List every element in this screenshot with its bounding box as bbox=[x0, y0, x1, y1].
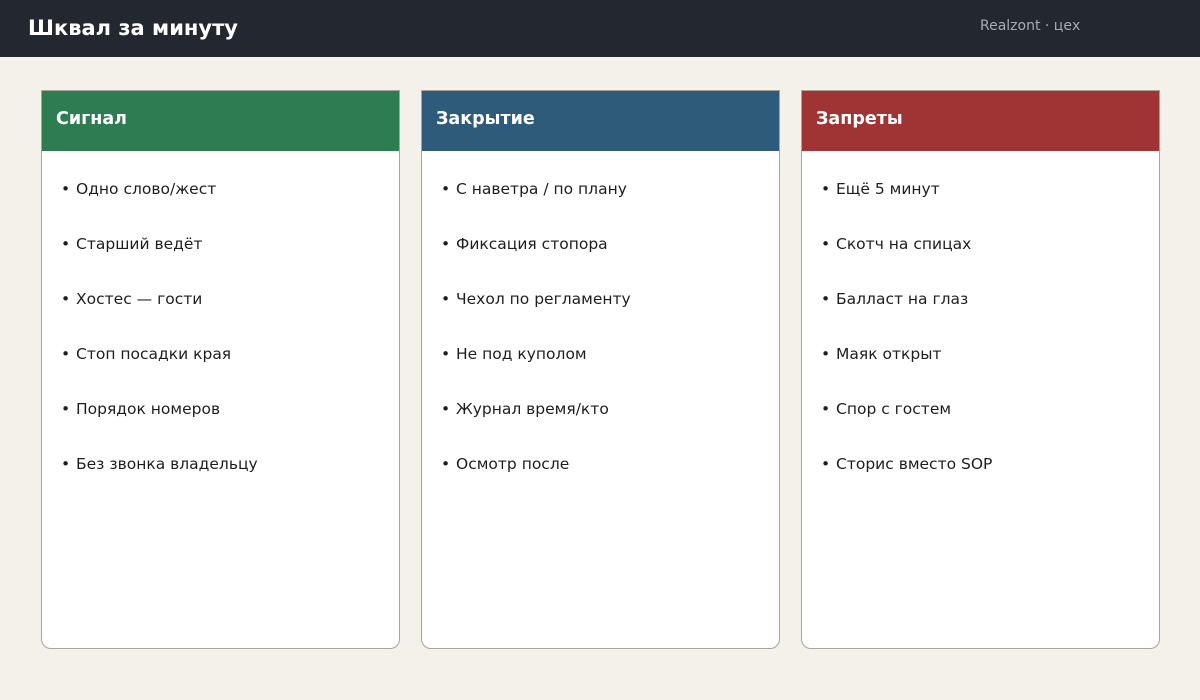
column-header: Сигнал bbox=[42, 91, 399, 151]
list-item: • Одно слово/жест bbox=[61, 179, 258, 234]
list-item: • Чехол по регламенту bbox=[441, 289, 631, 344]
list-item: • Осмотр после bbox=[441, 454, 631, 509]
list-item: • Маяк открыт bbox=[821, 344, 992, 399]
bullet: • bbox=[441, 400, 451, 418]
bullet: • bbox=[61, 455, 71, 473]
list-item-text: Не под куполом bbox=[456, 345, 587, 363]
list-item-text: Старший ведёт bbox=[76, 235, 203, 253]
page-title: Шквал за минуту bbox=[28, 16, 238, 40]
bullet: • bbox=[441, 180, 451, 198]
list-item: • Балласт на глаз bbox=[821, 289, 992, 344]
list-item-text: Спор с гостем bbox=[836, 400, 952, 418]
list-item-text: Скотч на спицах bbox=[836, 235, 972, 253]
column-title: Сигнал bbox=[56, 109, 127, 129]
item-list: • Ещё 5 минут • Скотч на спицах • Балласт н… bbox=[821, 179, 992, 509]
column-header: Закрытие bbox=[422, 91, 779, 151]
list-item-text: Стоп посадки края bbox=[76, 345, 232, 363]
bullet: • bbox=[821, 455, 831, 473]
column-closing: Закрытие • С наветра / по плану • Фиксация… bbox=[421, 90, 780, 649]
bullet: • bbox=[441, 455, 451, 473]
list-item: • Порядок номеров bbox=[61, 399, 258, 454]
bullet: • bbox=[441, 290, 451, 308]
list-item-text: Фиксация стопора bbox=[456, 235, 608, 253]
column-signal: Сигнал • Одно слово/жест • Старший ведёт •… bbox=[41, 90, 400, 649]
bullet: • bbox=[61, 290, 71, 308]
list-item: • Спор с гостем bbox=[821, 399, 992, 454]
list-item-text: Сторис вместо SOP bbox=[836, 455, 993, 473]
list-item: • Ещё 5 минут bbox=[821, 179, 992, 234]
list-item-text: Маяк открыт bbox=[836, 345, 942, 363]
list-item-text: Журнал время/кто bbox=[456, 400, 609, 418]
column-title: Закрытие bbox=[436, 109, 535, 129]
list-item: • Фиксация стопора bbox=[441, 234, 631, 289]
bullet: • bbox=[61, 180, 71, 198]
bullet: • bbox=[821, 180, 831, 198]
list-item: • Сторис вместо SOP bbox=[821, 454, 992, 509]
list-item: • Без звонка владельцу bbox=[61, 454, 258, 509]
bullet: • bbox=[61, 345, 71, 363]
bullet: • bbox=[441, 235, 451, 253]
bullet: • bbox=[821, 290, 831, 308]
list-item: • Не под куполом bbox=[441, 344, 631, 399]
list-item: • Журнал время/кто bbox=[441, 399, 631, 454]
list-item-text: Балласт на глаз bbox=[836, 290, 969, 308]
bullet: • bbox=[61, 235, 71, 253]
list-item-text: Осмотр после bbox=[456, 455, 570, 473]
top-bar: Шквал за минуту Realzont · цех bbox=[0, 0, 1200, 57]
list-item: • Скотч на спицах bbox=[821, 234, 992, 289]
list-item: • Стоп посадки края bbox=[61, 344, 258, 399]
list-item-text: Одно слово/жест bbox=[76, 180, 217, 198]
column-header: Запреты bbox=[802, 91, 1159, 151]
bullet: • bbox=[61, 400, 71, 418]
list-item-text: Без звонка владельцу bbox=[76, 455, 258, 473]
list-item: • Старший ведёт bbox=[61, 234, 258, 289]
list-item-text: Порядок номеров bbox=[76, 400, 221, 418]
bullet: • bbox=[821, 345, 831, 363]
list-item: • Хостес — гости bbox=[61, 289, 258, 344]
bullet: • bbox=[821, 400, 831, 418]
column-prohibitions: Запреты • Ещё 5 минут • Скотч на спицах • Б… bbox=[801, 90, 1160, 649]
brand-tag: Realzont · цех bbox=[980, 18, 1081, 34]
bullet: • bbox=[821, 235, 831, 253]
list-item-text: Ещё 5 минут bbox=[836, 180, 940, 198]
item-list: • Одно слово/жест • Старший ведёт • Хостес … bbox=[61, 179, 258, 509]
list-item-text: Чехол по регламенту bbox=[456, 290, 631, 308]
list-item-text: С наветра / по плану bbox=[456, 180, 627, 198]
column-title: Запреты bbox=[816, 109, 903, 129]
list-item-text: Хостес — гости bbox=[76, 290, 203, 308]
item-list: • С наветра / по плану • Фиксация стопора … bbox=[441, 179, 631, 509]
bullet: • bbox=[441, 345, 451, 363]
list-item: • С наветра / по плану bbox=[441, 179, 631, 234]
